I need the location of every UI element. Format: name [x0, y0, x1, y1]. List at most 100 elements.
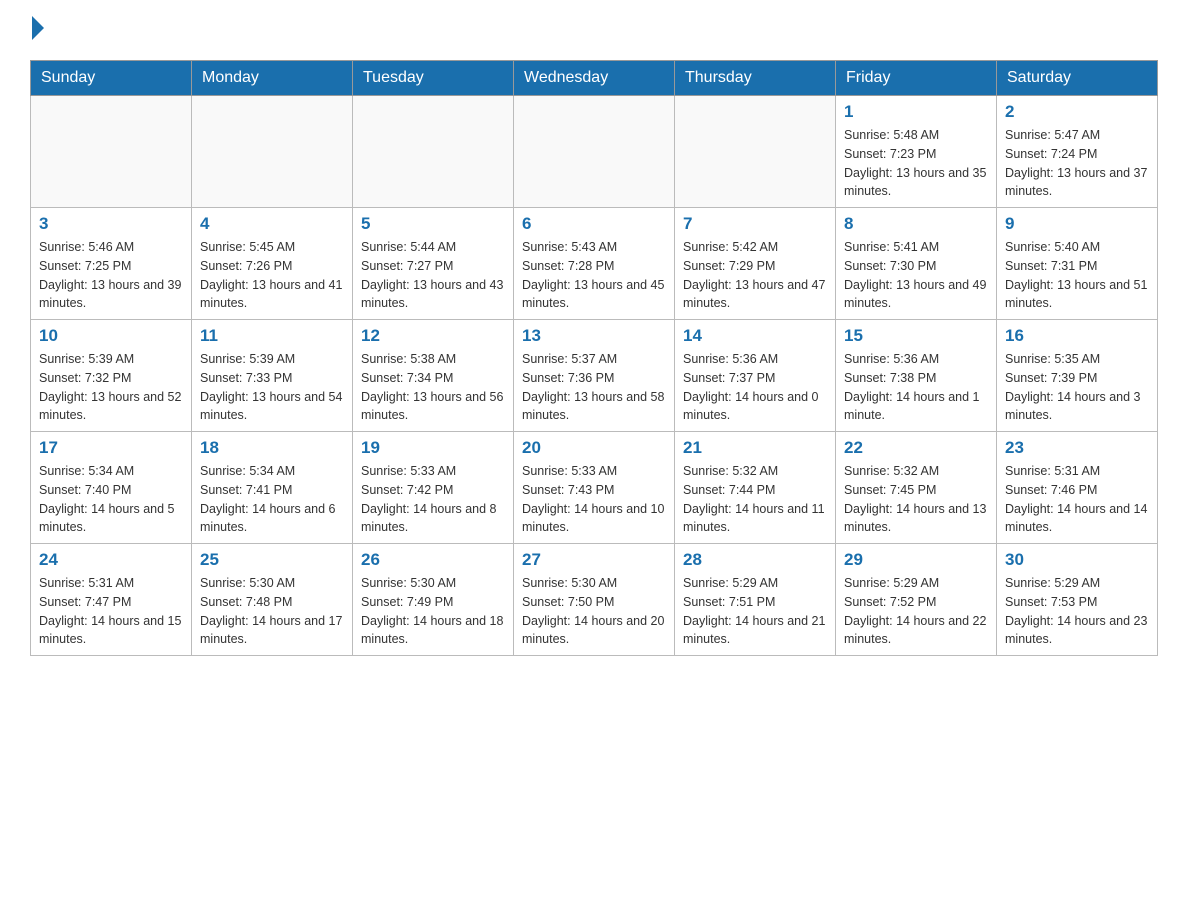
- calendar-week-row: 1 Sunrise: 5:48 AMSunset: 7:23 PMDaylight…: [31, 96, 1158, 208]
- day-info: Sunrise: 5:48 AMSunset: 7:23 PMDaylight:…: [844, 126, 988, 201]
- calendar-cell: 19 Sunrise: 5:33 AMSunset: 7:42 PMDayligh…: [353, 432, 514, 544]
- day-number: 4: [200, 214, 344, 234]
- day-info: Sunrise: 5:40 AMSunset: 7:31 PMDaylight:…: [1005, 238, 1149, 313]
- calendar-week-row: 24 Sunrise: 5:31 AMSunset: 7:47 PMDayligh…: [31, 544, 1158, 656]
- calendar-cell: 11 Sunrise: 5:39 AMSunset: 7:33 PMDayligh…: [192, 320, 353, 432]
- calendar-cell: 26 Sunrise: 5:30 AMSunset: 7:49 PMDayligh…: [353, 544, 514, 656]
- day-info: Sunrise: 5:30 AMSunset: 7:49 PMDaylight:…: [361, 574, 505, 649]
- day-info: Sunrise: 5:31 AMSunset: 7:46 PMDaylight:…: [1005, 462, 1149, 537]
- day-info: Sunrise: 5:31 AMSunset: 7:47 PMDaylight:…: [39, 574, 183, 649]
- calendar-week-row: 10 Sunrise: 5:39 AMSunset: 7:32 PMDayligh…: [31, 320, 1158, 432]
- calendar-cell: 12Sunrise: 5:38 AMSunset: 7:34 PMDayligh…: [353, 320, 514, 432]
- day-number: 11: [200, 326, 344, 346]
- day-of-week-header: Tuesday: [353, 61, 514, 96]
- day-info: Sunrise: 5:33 AMSunset: 7:43 PMDaylight:…: [522, 462, 666, 537]
- day-info: Sunrise: 5:35 AMSunset: 7:39 PMDaylight:…: [1005, 350, 1149, 425]
- calendar-cell: [31, 96, 192, 208]
- calendar-week-row: 17 Sunrise: 5:34 AMSunset: 7:40 PMDayligh…: [31, 432, 1158, 544]
- calendar-cell: 13Sunrise: 5:37 AMSunset: 7:36 PMDayligh…: [514, 320, 675, 432]
- day-of-week-header: Thursday: [675, 61, 836, 96]
- day-info: Sunrise: 5:34 AMSunset: 7:40 PMDaylight:…: [39, 462, 183, 537]
- day-info: Sunrise: 5:29 AMSunset: 7:53 PMDaylight:…: [1005, 574, 1149, 649]
- logo: [30, 20, 44, 40]
- calendar-cell: 23 Sunrise: 5:31 AMSunset: 7:46 PMDayligh…: [997, 432, 1158, 544]
- calendar-cell: 5 Sunrise: 5:44 AMSunset: 7:27 PMDaylight…: [353, 208, 514, 320]
- calendar-cell: 21 Sunrise: 5:32 AMSunset: 7:44 PMDayligh…: [675, 432, 836, 544]
- day-of-week-header: Monday: [192, 61, 353, 96]
- day-number: 16: [1005, 326, 1149, 346]
- calendar-cell: [514, 96, 675, 208]
- calendar-cell: [353, 96, 514, 208]
- calendar-cell: 7 Sunrise: 5:42 AMSunset: 7:29 PMDaylight…: [675, 208, 836, 320]
- calendar-cell: [192, 96, 353, 208]
- calendar-cell: 14Sunrise: 5:36 AMSunset: 7:37 PMDayligh…: [675, 320, 836, 432]
- day-number: 21: [683, 438, 827, 458]
- day-info: Sunrise: 5:38 AMSunset: 7:34 PMDaylight:…: [361, 350, 505, 425]
- day-info: Sunrise: 5:42 AMSunset: 7:29 PMDaylight:…: [683, 238, 827, 313]
- calendar-cell: 3 Sunrise: 5:46 AMSunset: 7:25 PMDaylight…: [31, 208, 192, 320]
- calendar-table: SundayMondayTuesdayWednesdayThursdayFrid…: [30, 60, 1158, 656]
- day-number: 28: [683, 550, 827, 570]
- calendar-cell: 15 Sunrise: 5:36 AMSunset: 7:38 PMDayligh…: [836, 320, 997, 432]
- logo-triangle-icon: [32, 16, 44, 40]
- calendar-cell: 24 Sunrise: 5:31 AMSunset: 7:47 PMDayligh…: [31, 544, 192, 656]
- day-number: 19: [361, 438, 505, 458]
- day-info: Sunrise: 5:43 AMSunset: 7:28 PMDaylight:…: [522, 238, 666, 313]
- calendar-cell: 8Sunrise: 5:41 AMSunset: 7:30 PMDaylight…: [836, 208, 997, 320]
- calendar-cell: 10 Sunrise: 5:39 AMSunset: 7:32 PMDayligh…: [31, 320, 192, 432]
- calendar-cell: 22 Sunrise: 5:32 AMSunset: 7:45 PMDayligh…: [836, 432, 997, 544]
- page-header: [30, 20, 1158, 40]
- day-number: 26: [361, 550, 505, 570]
- day-number: 6: [522, 214, 666, 234]
- calendar-week-row: 3 Sunrise: 5:46 AMSunset: 7:25 PMDaylight…: [31, 208, 1158, 320]
- day-number: 7: [683, 214, 827, 234]
- calendar-cell: 27 Sunrise: 5:30 AMSunset: 7:50 PMDayligh…: [514, 544, 675, 656]
- day-info: Sunrise: 5:34 AMSunset: 7:41 PMDaylight:…: [200, 462, 344, 537]
- calendar-cell: 25Sunrise: 5:30 AMSunset: 7:48 PMDayligh…: [192, 544, 353, 656]
- day-number: 10: [39, 326, 183, 346]
- day-info: Sunrise: 5:44 AMSunset: 7:27 PMDaylight:…: [361, 238, 505, 313]
- day-number: 3: [39, 214, 183, 234]
- calendar-cell: 20 Sunrise: 5:33 AMSunset: 7:43 PMDayligh…: [514, 432, 675, 544]
- day-number: 20: [522, 438, 666, 458]
- day-number: 14: [683, 326, 827, 346]
- day-number: 15: [844, 326, 988, 346]
- day-info: Sunrise: 5:32 AMSunset: 7:45 PMDaylight:…: [844, 462, 988, 537]
- day-info: Sunrise: 5:33 AMSunset: 7:42 PMDaylight:…: [361, 462, 505, 537]
- day-number: 17: [39, 438, 183, 458]
- day-info: Sunrise: 5:37 AMSunset: 7:36 PMDaylight:…: [522, 350, 666, 425]
- calendar-cell: 1 Sunrise: 5:48 AMSunset: 7:23 PMDaylight…: [836, 96, 997, 208]
- calendar-cell: 9 Sunrise: 5:40 AMSunset: 7:31 PMDaylight…: [997, 208, 1158, 320]
- day-info: Sunrise: 5:36 AMSunset: 7:38 PMDaylight:…: [844, 350, 988, 425]
- calendar-cell: 2Sunrise: 5:47 AMSunset: 7:24 PMDaylight…: [997, 96, 1158, 208]
- day-info: Sunrise: 5:30 AMSunset: 7:48 PMDaylight:…: [200, 574, 344, 649]
- day-of-week-header: Friday: [836, 61, 997, 96]
- day-of-week-header: Saturday: [997, 61, 1158, 96]
- day-info: Sunrise: 5:32 AMSunset: 7:44 PMDaylight:…: [683, 462, 827, 537]
- calendar-cell: [675, 96, 836, 208]
- day-number: 5: [361, 214, 505, 234]
- day-number: 2: [1005, 102, 1149, 122]
- calendar-cell: 17 Sunrise: 5:34 AMSunset: 7:40 PMDayligh…: [31, 432, 192, 544]
- day-number: 1: [844, 102, 988, 122]
- day-info: Sunrise: 5:39 AMSunset: 7:33 PMDaylight:…: [200, 350, 344, 425]
- day-info: Sunrise: 5:30 AMSunset: 7:50 PMDaylight:…: [522, 574, 666, 649]
- day-info: Sunrise: 5:39 AMSunset: 7:32 PMDaylight:…: [39, 350, 183, 425]
- calendar-cell: 16 Sunrise: 5:35 AMSunset: 7:39 PMDayligh…: [997, 320, 1158, 432]
- day-number: 18: [200, 438, 344, 458]
- day-number: 27: [522, 550, 666, 570]
- day-number: 23: [1005, 438, 1149, 458]
- calendar-cell: 30Sunrise: 5:29 AMSunset: 7:53 PMDayligh…: [997, 544, 1158, 656]
- calendar-header-row: SundayMondayTuesdayWednesdayThursdayFrid…: [31, 61, 1158, 96]
- day-number: 9: [1005, 214, 1149, 234]
- day-info: Sunrise: 5:29 AMSunset: 7:51 PMDaylight:…: [683, 574, 827, 649]
- day-number: 8: [844, 214, 988, 234]
- calendar-cell: 28 Sunrise: 5:29 AMSunset: 7:51 PMDayligh…: [675, 544, 836, 656]
- day-info: Sunrise: 5:29 AMSunset: 7:52 PMDaylight:…: [844, 574, 988, 649]
- calendar-cell: 29 Sunrise: 5:29 AMSunset: 7:52 PMDayligh…: [836, 544, 997, 656]
- day-number: 24: [39, 550, 183, 570]
- day-info: Sunrise: 5:45 AMSunset: 7:26 PMDaylight:…: [200, 238, 344, 313]
- day-number: 29: [844, 550, 988, 570]
- day-info: Sunrise: 5:46 AMSunset: 7:25 PMDaylight:…: [39, 238, 183, 313]
- day-number: 22: [844, 438, 988, 458]
